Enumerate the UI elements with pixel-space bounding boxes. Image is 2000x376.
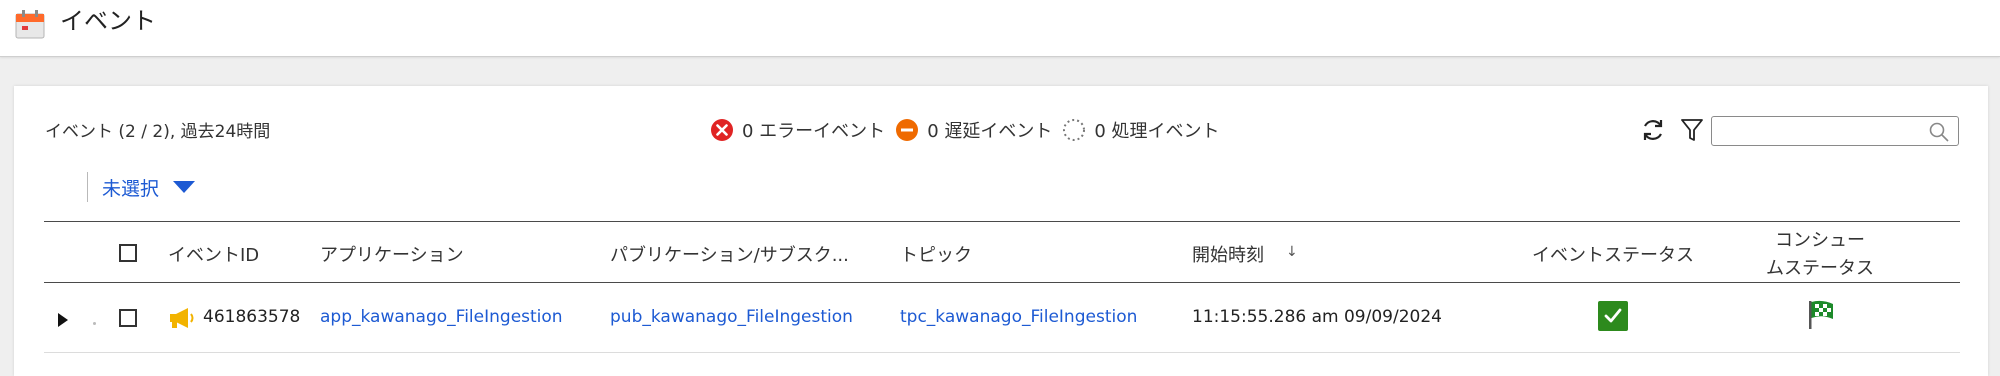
row-topic-link[interactable]: tpc_kawanago_FileIngestion [900,307,1137,327]
checkered-flag-icon [1809,300,1833,329]
status-legend: 0 エラーイベント 0 遅延イベント 0 処理イベント [710,116,1230,144]
select-all-checkbox[interactable] [119,244,137,262]
row-event-id: 461863578 [203,307,301,327]
refresh-icon[interactable] [1640,117,1666,143]
sort-desc-icon[interactable]: ↓ [1286,244,1298,260]
column-header-topic[interactable]: トピック [900,241,972,267]
top-bar: イベント [0,0,2000,57]
caret-down-icon[interactable] [173,181,196,193]
consume-status-line2: ムステータス [1766,258,1874,279]
row-start-time: 11:15:55.286 am 09/09/2024 [1192,307,1442,327]
checkmark-icon [1604,308,1622,323]
column-header-application[interactable]: アプリケーション [320,241,464,267]
search-input[interactable] [1716,120,1920,144]
search-box[interactable] [1711,116,1959,146]
table-row-border [44,352,1960,353]
error-icon [711,119,733,141]
table-header-border [44,282,1960,283]
error-count: 0 エラーイベント [742,121,886,142]
processing-count: 0 処理イベント [1094,121,1220,142]
search-icon[interactable] [1928,121,1950,143]
event-status-success-icon [1598,301,1628,331]
processing-icon [1063,119,1086,141]
page-title: イベント [60,7,156,35]
row-pub-sub-link[interactable]: pub_kawanago_FileIngestion [610,307,853,327]
table-top-border [44,221,1960,222]
row-indicator [93,322,96,325]
consume-status-line1: コンシュー [1775,230,1865,251]
column-header-pub-sub[interactable]: パブリケーション/サブスク... [610,241,849,267]
selection-dropdown[interactable]: 未選択 [87,172,196,202]
column-header-event-status[interactable]: イベントステータス [1532,241,1694,267]
megaphone-icon [170,308,194,328]
column-header-start-time[interactable]: 開始時刻 [1192,241,1264,267]
event-summary: イベント (2 / 2), 過去24時間 [45,122,271,142]
column-header-consume-status[interactable]: コンシュー ムステータス [1760,227,1880,283]
expand-row-icon[interactable] [58,313,68,327]
delayed-icon [896,119,919,141]
delayed-count: 0 遅延イベント [927,121,1053,142]
selection-label[interactable]: 未選択 [102,174,159,201]
filter-icon[interactable] [1680,117,1704,143]
column-header-event-id[interactable]: イベントID [168,241,259,267]
row-checkbox[interactable] [119,309,137,327]
row-application-link[interactable]: app_kawanago_FileIngestion [320,307,563,327]
calendar-icon [15,10,45,39]
